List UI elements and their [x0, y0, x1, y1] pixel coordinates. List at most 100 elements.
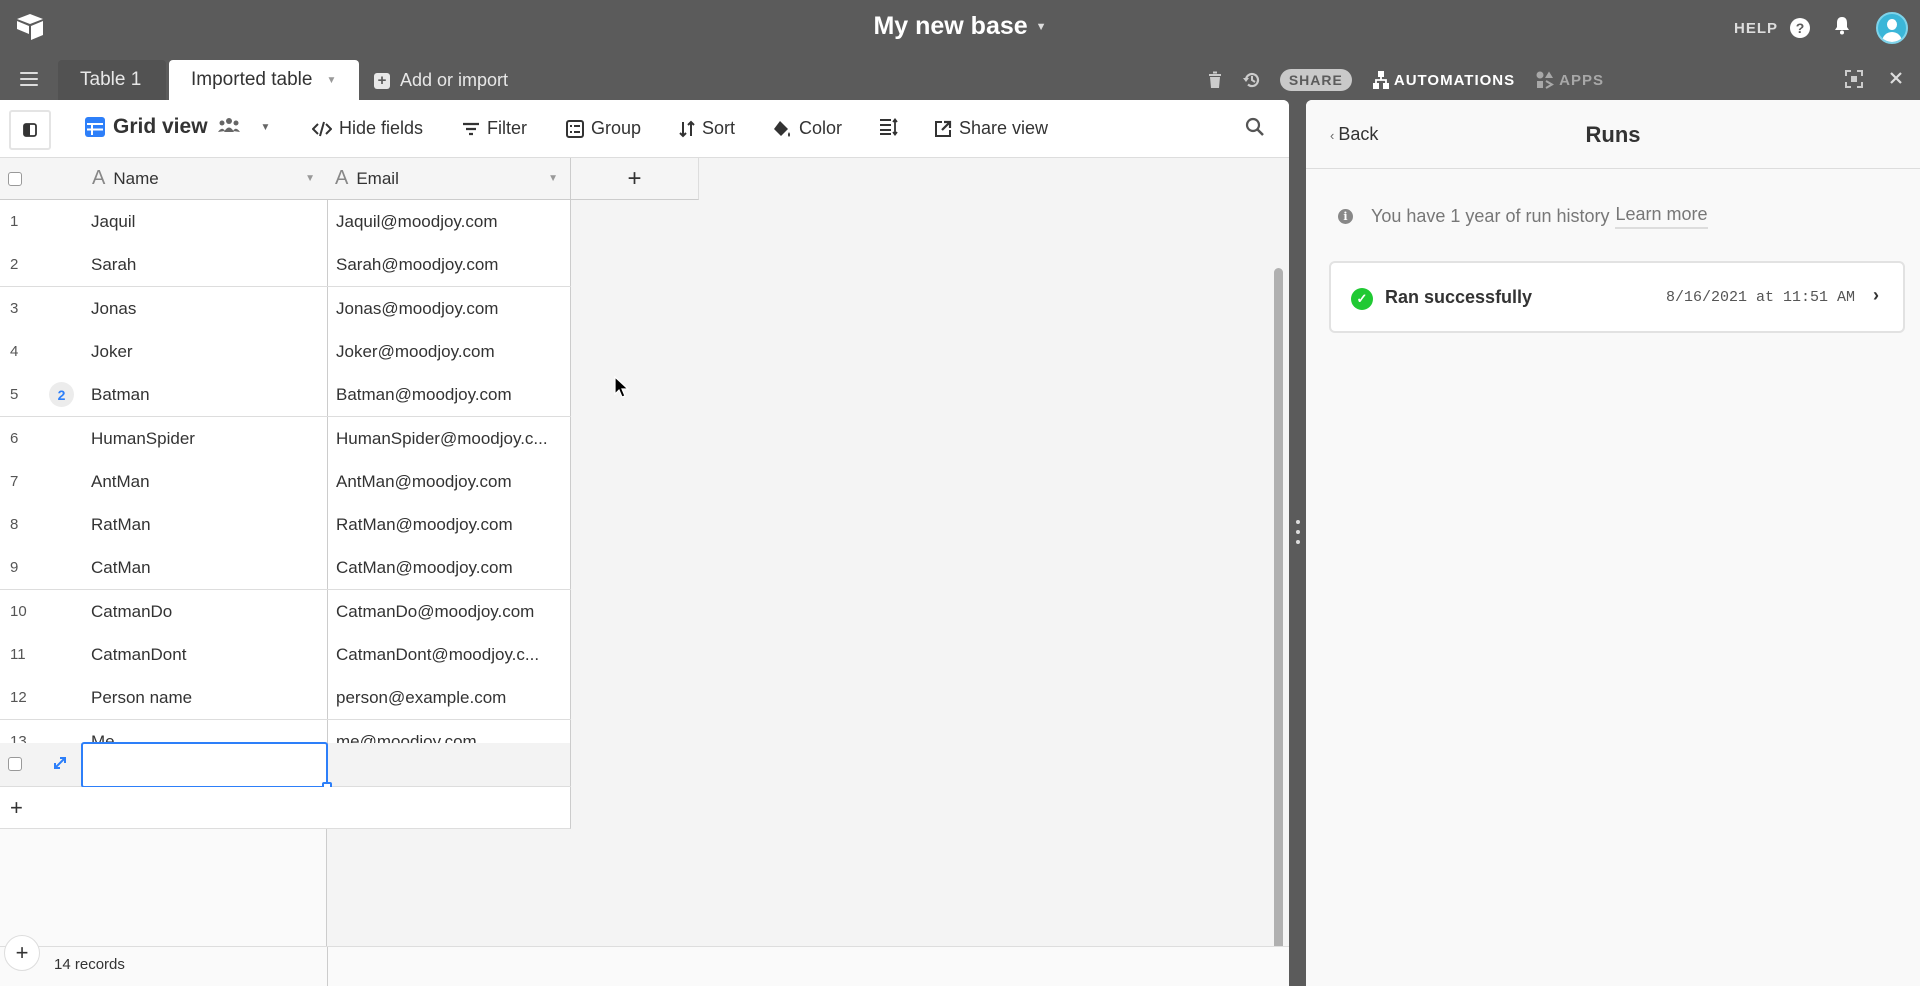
email-cell[interactable]: person@example.com	[327, 676, 571, 720]
group-button[interactable]: Group	[566, 118, 641, 139]
color-button[interactable]: Color	[772, 118, 842, 139]
filter-button[interactable]: Filter	[462, 118, 527, 139]
fullscreen-icon[interactable]	[1845, 70, 1863, 88]
row-height-button[interactable]	[879, 118, 906, 136]
back-button[interactable]: ‹ Back	[1330, 124, 1378, 145]
view-switcher[interactable]: Grid view ▼	[84, 115, 270, 139]
email-cell[interactable]: HumanSpider@moodjoy.c...	[327, 416, 571, 460]
run-item[interactable]: ✓ Ran successfully 8/16/2021 at 11:51 AM…	[1329, 261, 1905, 333]
base-menu-caret-icon[interactable]: ▼	[1036, 21, 1047, 33]
table-row[interactable]: 6 HumanSpider HumanSpider@moodjoy.c...	[0, 416, 571, 461]
automations-button[interactable]: AUTOMATIONS	[1372, 70, 1515, 90]
airtable-logo-icon[interactable]	[14, 12, 46, 42]
hide-fields-label: Hide fields	[339, 118, 424, 138]
add-field-button[interactable]: +	[571, 158, 699, 200]
sidebar-toggle-button[interactable]	[9, 110, 51, 150]
table-row[interactable]: 3 Jonas Jonas@moodjoy.com	[0, 286, 571, 331]
email-cell[interactable]: Jonas@moodjoy.com	[327, 286, 571, 330]
name-cell[interactable]: CatmanDont	[91, 645, 321, 665]
name-cell[interactable]: HumanSpider	[91, 429, 321, 449]
add-record-button[interactable]: +	[4, 935, 40, 971]
name-cell[interactable]: Person name	[91, 688, 321, 708]
table-row[interactable]: 2 Sarah Sarah@moodjoy.com	[0, 243, 571, 288]
table-row[interactable]: 11 CatmanDont CatmanDont@moodjoy.c...	[0, 633, 571, 677]
help-icon[interactable]: ?	[1790, 18, 1810, 38]
comment-count-badge[interactable]: 2	[49, 382, 74, 408]
help-link[interactable]: HELP	[1734, 20, 1778, 37]
column-header-name[interactable]: A Name ▼	[82, 158, 327, 200]
sort-button[interactable]: Sort	[679, 118, 735, 139]
view-menu-caret-icon[interactable]: ▼	[261, 122, 271, 133]
hide-fields-button[interactable]: Hide fields	[312, 118, 423, 139]
active-cell-name-input[interactable]	[81, 742, 332, 792]
trash-icon[interactable]	[1208, 71, 1222, 89]
panel-resize-handle[interactable]	[1289, 100, 1306, 986]
share-button[interactable]: SHARE	[1279, 69, 1352, 91]
email-cell[interactable]: CatMan@moodjoy.com	[327, 546, 571, 590]
search-button[interactable]	[1245, 117, 1272, 137]
row-number: 2	[10, 256, 19, 274]
name-cell[interactable]: RatMan	[91, 515, 321, 535]
footer-divider	[327, 947, 328, 986]
sort-label: Sort	[702, 118, 736, 138]
new-row-email-cell[interactable]	[327, 743, 571, 786]
row-number: 6	[10, 429, 19, 447]
tab-imported-table[interactable]: Imported table ▼	[169, 60, 359, 100]
learn-more-link[interactable]: Learn more	[1615, 204, 1708, 229]
table-row[interactable]: 1 Jaquil Jaquil@moodjoy.com	[0, 200, 571, 244]
revision-history-icon[interactable]	[1242, 70, 1262, 90]
select-all-checkbox[interactable]	[8, 171, 22, 186]
email-cell[interactable]: AntMan@moodjoy.com	[327, 459, 571, 503]
column-header-email[interactable]: A Email ▼	[327, 158, 571, 200]
table-row[interactable]: 4 Joker Joker@moodjoy.com	[0, 329, 571, 374]
add-row-button[interactable]: +	[0, 787, 571, 829]
row-checkbox[interactable]	[8, 757, 22, 771]
name-cell[interactable]: Sarah	[91, 255, 321, 275]
table-row[interactable]: 10 CatmanDo CatmanDo@moodjoy.com	[0, 589, 571, 634]
panel-header: ‹ Back Runs	[1306, 100, 1920, 169]
table-row[interactable]: 7 AntMan AntMan@moodjoy.com	[0, 459, 571, 504]
name-cell[interactable]: Batman	[91, 385, 321, 405]
filter-label: Filter	[487, 118, 527, 138]
grid: A Name ▼ A Email ▼ + 1 Jaquil Jaquil@moodj…	[0, 158, 1289, 986]
share-view-button[interactable]: Share view	[934, 118, 1048, 139]
hamburger-menu-icon[interactable]	[20, 72, 38, 86]
view-name: Grid view	[113, 115, 208, 138]
name-cell[interactable]: Jaquil	[91, 212, 321, 232]
name-cell[interactable]: CatMan	[91, 558, 321, 578]
close-panel-icon[interactable]	[1889, 71, 1903, 85]
email-cell[interactable]: RatMan@moodjoy.com	[327, 503, 571, 547]
expand-record-icon[interactable]	[52, 755, 68, 776]
email-cell[interactable]: Jaquil@moodjoy.com	[327, 200, 571, 243]
table-row[interactable]: 12 Person name person@example.com	[0, 676, 571, 721]
name-cell[interactable]: CatmanDo	[91, 602, 321, 622]
email-cell[interactable]: Sarah@moodjoy.com	[327, 243, 571, 287]
email-cell[interactable]: Joker@moodjoy.com	[327, 329, 571, 373]
new-row	[0, 742, 571, 792]
name-cell[interactable]: AntMan	[91, 472, 321, 492]
table-row[interactable]: 9 CatMan CatMan@moodjoy.com	[0, 546, 571, 591]
email-cell[interactable]: Batman@moodjoy.com	[327, 373, 571, 417]
apps-button[interactable]: APPS	[1535, 70, 1604, 90]
color-label: Color	[799, 118, 843, 138]
user-avatar[interactable]	[1876, 12, 1908, 44]
email-cell[interactable]: CatmanDont@moodjoy.c...	[327, 633, 571, 676]
tab-table-1[interactable]: Table 1	[58, 60, 166, 100]
row-number: 3	[10, 299, 19, 317]
add-or-import-button[interactable]: + Add or import	[374, 70, 508, 91]
sort-icon	[679, 120, 695, 137]
search-icon	[1245, 117, 1264, 136]
plus-icon: +	[627, 164, 642, 192]
vertical-scrollbar[interactable]	[1274, 268, 1283, 953]
column-menu-caret-icon[interactable]: ▼	[548, 173, 558, 184]
email-cell[interactable]: CatmanDo@moodjoy.com	[327, 589, 571, 633]
name-cell[interactable]: Joker	[91, 342, 321, 362]
table-row[interactable]: 8 RatMan RatMan@moodjoy.com	[0, 503, 571, 548]
base-name[interactable]: My new base	[873, 12, 1027, 40]
tab-menu-caret-icon[interactable]: ▼	[326, 75, 336, 86]
column-menu-caret-icon[interactable]: ▼	[305, 173, 315, 184]
name-cell[interactable]: Jonas	[91, 299, 321, 319]
grid-main-area: Grid view ▼ Hide fields Filter Group Sor…	[0, 100, 1289, 986]
notifications-bell-icon[interactable]	[1834, 16, 1850, 40]
table-row[interactable]: 5 2 Batman Batman@moodjoy.com	[0, 373, 571, 418]
